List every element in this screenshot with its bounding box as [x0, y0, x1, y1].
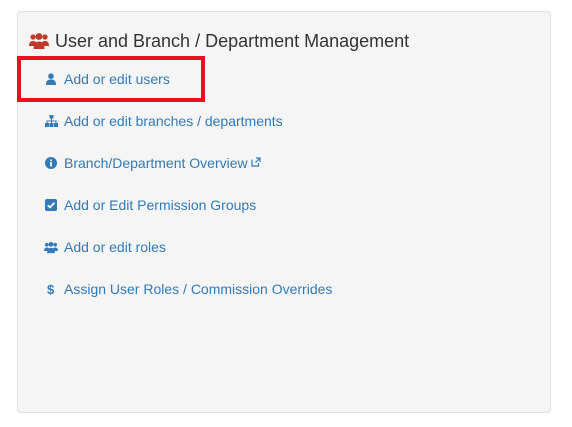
user-management-panel: User and Branch / Department Management … [17, 11, 551, 413]
menu-item-add-edit-roles[interactable]: Add or edit roles [44, 237, 166, 257]
menu-item-assign-roles-commission[interactable]: $ Assign User Roles / Commission Overrid… [44, 279, 333, 299]
menu-item-add-edit-users[interactable]: Add or edit users [44, 69, 170, 89]
menu-item-label[interactable]: Add or edit branches / departments [64, 113, 283, 129]
external-link-icon [251, 154, 261, 167]
menu-item-branch-overview[interactable]: Branch/Department Overview [44, 153, 261, 173]
menu-item-label[interactable]: Add or edit roles [64, 239, 166, 255]
check-square-icon [44, 198, 58, 212]
user-icon [44, 72, 58, 86]
menu-item-permission-groups[interactable]: Add or Edit Permission Groups [44, 195, 256, 215]
menu-item-label[interactable]: Assign User Roles / Commission Overrides [64, 281, 332, 297]
dollar-icon: $ [44, 282, 58, 296]
menu-item-label[interactable]: Add or Edit Permission Groups [64, 197, 256, 213]
sitemap-icon [44, 114, 58, 128]
svg-text:$: $ [47, 282, 55, 296]
menu-item-label[interactable]: Branch/Department Overview [64, 155, 248, 171]
info-circle-icon [44, 156, 58, 170]
management-menu: Add or edit users Add or edit branches /… [18, 12, 550, 412]
menu-item-label[interactable]: Add or edit users [64, 71, 170, 87]
menu-item-branches-departments[interactable]: Add or edit branches / departments [44, 111, 283, 131]
users-icon [44, 240, 58, 254]
